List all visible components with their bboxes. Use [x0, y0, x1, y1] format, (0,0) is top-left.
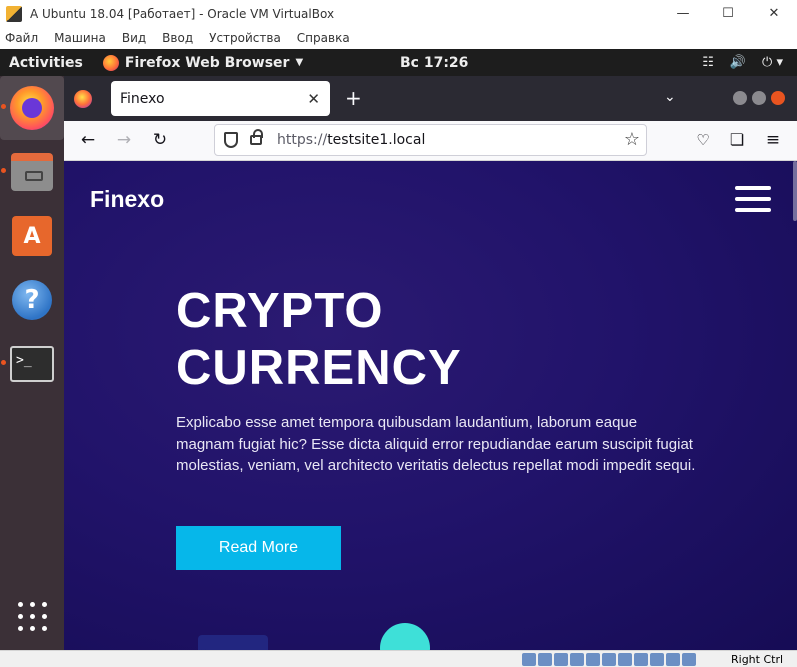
gnome-top-panel: Activities Firefox Web Browser ▼ Вс 17:2… — [0, 49, 797, 76]
software-store-icon: A — [12, 216, 52, 256]
firefox-icon — [102, 54, 119, 71]
running-indicator — [1, 168, 6, 173]
vbox-title-bar: A Ubuntu 18.04 [Работает] - Oracle VM Vi… — [0, 0, 797, 27]
dock-firefox[interactable] — [0, 76, 64, 140]
network-icon: ☷ — [702, 55, 714, 70]
help-icon: ? — [12, 280, 52, 320]
reload-icon[interactable]: ↻ — [150, 130, 170, 150]
pocket-icon[interactable]: ♡ — [693, 130, 713, 150]
minimize-icon[interactable]: — — [660, 0, 706, 27]
terminal-icon: >_ — [10, 346, 54, 382]
bookmark-star-icon[interactable]: ☆ — [624, 129, 640, 150]
url-scheme: https:// — [277, 132, 328, 148]
system-tray[interactable]: ☷ 🔊 ⏻ ▾ — [702, 55, 783, 70]
tracking-protection-icon[interactable] — [224, 132, 238, 148]
hero-title: CRYPTO CURRENCY — [176, 283, 462, 397]
site-menu-toggle[interactable] — [735, 186, 771, 212]
shared-folders-icon[interactable] — [602, 653, 616, 666]
host-key-label: Right Ctrl — [731, 653, 784, 666]
virtualbox-icon — [6, 5, 22, 22]
menu-input[interactable]: Ввод — [162, 31, 193, 45]
vbox-window-title: A Ubuntu 18.04 [Работает] - Oracle VM Vi… — [30, 6, 335, 21]
forward-icon[interactable]: → — [114, 130, 134, 150]
vbox-status-bar: Right Ctrl — [0, 650, 797, 667]
coin-illustration — [380, 623, 430, 650]
power-icon: ⏻ ▾ — [762, 55, 783, 70]
ubuntu-dock: A ? >_ — [0, 76, 64, 650]
menu-help[interactable]: Справка — [297, 31, 350, 45]
menu-machine[interactable]: Машина — [54, 31, 106, 45]
keyboard-capture-icon[interactable] — [682, 653, 696, 666]
app-menu[interactable]: Firefox Web Browser ▼ — [102, 54, 304, 71]
menu-view[interactable]: Вид — [122, 31, 146, 45]
app-menu-label: Firefox Web Browser — [124, 54, 290, 71]
optical-drive-icon[interactable] — [538, 653, 552, 666]
firefox-window: Finexo ✕ + ⌄ ← → ↻ https:// testsite1.lo… — [64, 76, 797, 650]
close-window-icon[interactable] — [771, 91, 785, 105]
close-tab-icon[interactable]: ✕ — [307, 90, 320, 108]
dock-terminal[interactable]: >_ — [0, 332, 64, 396]
display-icon[interactable] — [618, 653, 632, 666]
dock-help[interactable]: ? — [0, 268, 64, 332]
close-icon[interactable]: ✕ — [751, 0, 797, 27]
tab-strip: Finexo ✕ + ⌄ — [64, 76, 797, 121]
maximize-window-icon[interactable] — [752, 91, 766, 105]
clock[interactable]: Вс 17:26 — [400, 55, 468, 71]
network-adapter-icon[interactable] — [570, 653, 584, 666]
chevron-down-icon: ▼ — [295, 57, 304, 68]
list-all-tabs-icon[interactable]: ⌄ — [664, 89, 676, 105]
hero-description: Explicabo esse amet tempora quibusdam la… — [176, 414, 696, 474]
url-bar[interactable]: https:// testsite1.local ☆ — [214, 124, 647, 156]
url-host: testsite1.local — [327, 132, 426, 148]
menu-hamburger-icon[interactable]: ≡ — [763, 130, 783, 150]
extensions-icon[interactable]: ❏ — [727, 130, 747, 150]
back-icon[interactable]: ← — [78, 130, 98, 150]
vbox-menu-bar: Файл Машина Вид Ввод Устройства Справка — [0, 27, 797, 49]
hero-title-line1: CRYPTO — [176, 284, 384, 338]
running-indicator — [1, 104, 6, 109]
mouse-integration-icon[interactable] — [666, 653, 680, 666]
navigation-toolbar: ← → ↻ https:// testsite1.local ☆ ♡ ❏ ≡ — [64, 121, 797, 161]
usb-icon[interactable] — [586, 653, 600, 666]
recording-icon[interactable] — [634, 653, 648, 666]
volume-icon: 🔊 — [729, 55, 747, 70]
new-tab-icon[interactable]: + — [345, 86, 362, 110]
firefox-view-icon[interactable] — [74, 90, 92, 108]
menu-devices[interactable]: Устройства — [209, 31, 281, 45]
hero-title-line2: CURRENCY — [176, 341, 462, 395]
running-indicator — [1, 360, 6, 365]
read-more-button[interactable]: Read More — [176, 526, 341, 570]
page-scrollbar[interactable] — [793, 161, 797, 221]
tab-title: Finexo — [120, 90, 165, 107]
hard-disk-icon[interactable] — [522, 653, 536, 666]
lock-icon[interactable] — [250, 129, 263, 145]
cpu-icon[interactable] — [650, 653, 664, 666]
firefox-icon — [10, 86, 54, 130]
files-icon — [11, 153, 53, 191]
minimize-window-icon[interactable] — [733, 91, 747, 105]
show-applications-button[interactable] — [0, 584, 64, 648]
decorative-shape — [198, 635, 268, 650]
show-applications-icon — [17, 601, 47, 631]
menu-file[interactable]: Файл — [5, 31, 38, 45]
vbox-device-icons — [522, 653, 696, 666]
activities-button[interactable]: Activities — [9, 55, 83, 71]
dock-software[interactable]: A — [0, 204, 64, 268]
dock-files[interactable] — [0, 140, 64, 204]
tab-finexo[interactable]: Finexo ✕ — [111, 81, 330, 116]
web-page: Finexo CRYPTO CURRENCY Explicabo esse am… — [64, 161, 797, 650]
site-logo[interactable]: Finexo — [90, 186, 164, 213]
maximize-icon[interactable]: ☐ — [705, 0, 751, 27]
audio-icon[interactable] — [554, 653, 568, 666]
